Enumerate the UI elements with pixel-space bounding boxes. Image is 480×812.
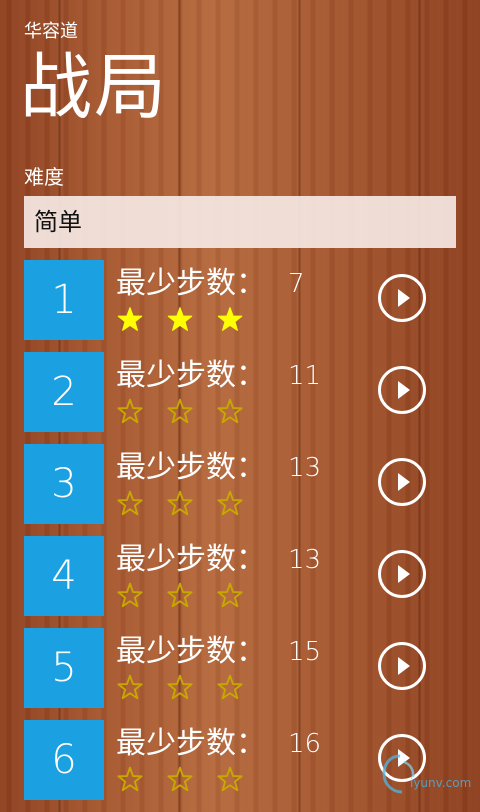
play-button[interactable] <box>378 550 426 598</box>
min-steps-value: 15 <box>288 637 322 667</box>
star-icon <box>167 766 193 792</box>
play-button[interactable] <box>378 458 426 506</box>
level-row: 2 最少步数： 11 <box>24 352 456 432</box>
level-number-tile[interactable]: 2 <box>24 352 104 432</box>
star-icon <box>117 766 143 792</box>
watermark-logo: iyunv.com <box>380 752 476 796</box>
play-button[interactable] <box>378 274 426 322</box>
watermark-text: iyunv.com <box>410 776 472 790</box>
min-steps-label: 最少步数： <box>116 634 266 669</box>
min-steps-label: 最少步数： <box>116 726 266 761</box>
min-steps-value: 13 <box>288 453 322 483</box>
star-icon <box>217 766 243 792</box>
min-steps-value: 11 <box>288 361 322 391</box>
play-icon <box>398 289 410 307</box>
star-icon <box>117 398 143 424</box>
play-icon <box>398 657 410 675</box>
star-icon <box>217 398 243 424</box>
level-number-tile[interactable]: 4 <box>24 536 104 616</box>
play-button[interactable] <box>378 366 426 414</box>
min-steps-value: 13 <box>288 545 322 575</box>
star-icon <box>217 582 243 608</box>
level-row: 1 最少步数： 7 <box>24 260 456 340</box>
level-number-tile[interactable]: 3 <box>24 444 104 524</box>
star-icon <box>117 490 143 516</box>
play-icon <box>398 565 410 583</box>
star-icon <box>117 674 143 700</box>
star-icon <box>217 674 243 700</box>
play-button[interactable] <box>378 642 426 690</box>
star-icon <box>167 582 193 608</box>
min-steps-label: 最少步数： <box>116 450 266 485</box>
level-row: 4 最少步数： 13 <box>24 536 456 616</box>
star-icon <box>167 674 193 700</box>
min-steps-label: 最少步数： <box>116 542 266 577</box>
star-icon <box>117 307 143 331</box>
star-icon <box>217 307 243 331</box>
difficulty-select[interactable]: 简单 <box>24 196 456 248</box>
min-steps-label: 最少步数： <box>116 358 266 393</box>
star-icon <box>167 398 193 424</box>
level-row: 5 最少步数： 15 <box>24 628 456 708</box>
min-steps-value: 7 <box>288 269 305 299</box>
star-icon <box>117 582 143 608</box>
play-icon <box>398 473 410 491</box>
play-icon <box>398 381 410 399</box>
level-number-tile[interactable]: 5 <box>24 628 104 708</box>
star-icon <box>217 490 243 516</box>
star-rating <box>116 766 244 794</box>
star-icon <box>167 307 193 331</box>
min-steps-label: 最少步数： <box>116 266 266 301</box>
star-rating <box>116 674 244 702</box>
level-number-tile[interactable]: 6 <box>24 720 104 800</box>
level-number-tile[interactable]: 1 <box>24 260 104 340</box>
star-rating <box>116 398 244 426</box>
star-rating <box>116 306 244 334</box>
page-title: 战局 <box>20 45 169 129</box>
star-icon <box>167 490 193 516</box>
app-name: 华容道 <box>24 21 78 42</box>
star-rating <box>116 490 244 518</box>
level-row: 3 最少步数： 13 <box>24 444 456 524</box>
star-rating <box>116 582 244 610</box>
difficulty-label: 难度 <box>24 165 64 189</box>
min-steps-value: 16 <box>288 729 322 759</box>
level-list: 1 最少步数： 7 2 最少步数： 11 3 最少步数： 13 4 最少步数： … <box>24 260 456 812</box>
